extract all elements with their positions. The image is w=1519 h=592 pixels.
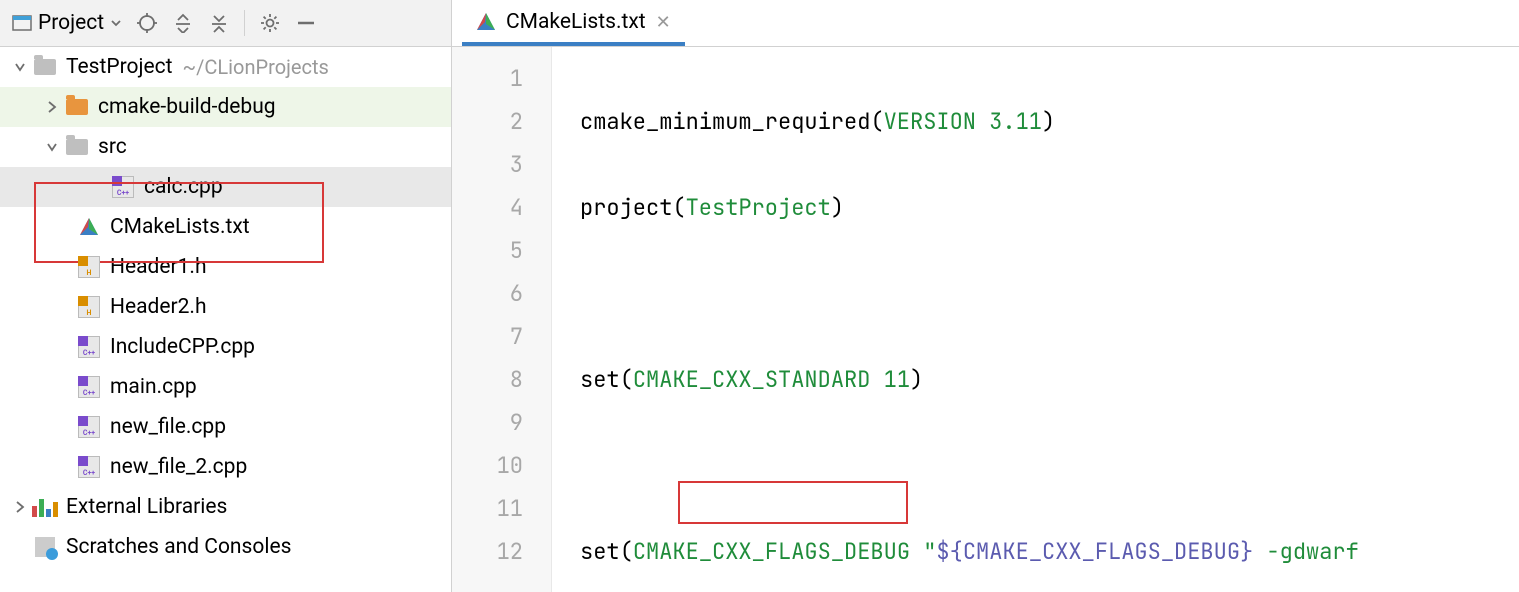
- chevron-right-icon: [12, 499, 28, 515]
- highlight-annotation: [678, 481, 908, 524]
- gutter-line: 10: [452, 444, 551, 487]
- gutter-line: 3: [452, 143, 551, 186]
- tree-file[interactable]: CMakeLists.txt: [0, 207, 451, 247]
- tree-item-label: main.cpp: [110, 375, 197, 399]
- gutter-line: 2: [452, 100, 551, 143]
- tree-file-calc[interactable]: calc.cpp: [0, 167, 451, 207]
- cpp-file-icon: [78, 336, 100, 358]
- toolbar-separator: [244, 10, 245, 36]
- cpp-file-icon: [110, 174, 136, 200]
- tree-item-label: Header1.h: [110, 255, 207, 279]
- gutter-line: 4: [452, 186, 551, 229]
- header-file-icon: [78, 256, 100, 278]
- tree-file[interactable]: new_file.cpp: [0, 407, 451, 447]
- cmake-icon: [476, 12, 496, 32]
- cmake-icon: [79, 217, 99, 237]
- tree-item-label: CMakeLists.txt: [110, 215, 250, 239]
- tree-file[interactable]: main.cpp: [0, 367, 451, 407]
- tree-item-label: Header2.h: [110, 295, 207, 319]
- gear-icon[interactable]: [255, 8, 285, 38]
- tree-root[interactable]: TestProject ~/CLionProjects: [0, 47, 451, 87]
- tree-external-libraries[interactable]: External Libraries: [0, 487, 451, 527]
- project-sidebar: Project TestProject ~/CLionProjects cmak…: [0, 0, 452, 592]
- tree-item-label: new_file_2.cpp: [110, 455, 247, 479]
- tree-item-label: IncludeCPP.cpp: [110, 335, 255, 359]
- tree-file[interactable]: new_file_2.cpp: [0, 447, 451, 487]
- chevron-down-icon: [110, 17, 122, 29]
- tree-item-label: new_file.cpp: [110, 415, 226, 439]
- tab-cmakelists[interactable]: CMakeLists.txt ✕: [462, 2, 685, 46]
- tree-file[interactable]: Header2.h: [0, 287, 451, 327]
- tree-scratches[interactable]: Scratches and Consoles: [0, 527, 451, 567]
- collapse-all-icon[interactable]: [204, 8, 234, 38]
- project-dropdown-label: Project: [38, 11, 104, 35]
- chevron-down-icon: [44, 139, 60, 155]
- project-icon: [12, 13, 32, 33]
- cpp-file-icon: [78, 376, 100, 398]
- gutter-line: 6: [452, 272, 551, 315]
- tree-item-label: cmake-build-debug: [98, 95, 276, 119]
- cpp-file-icon: [78, 456, 100, 478]
- folder-icon: [64, 94, 90, 120]
- code-area[interactable]: cmake_minimum_required(VERSION 3.11) pro…: [552, 47, 1519, 592]
- folder-icon: [32, 54, 58, 80]
- tree-build-dir[interactable]: cmake-build-debug: [0, 87, 451, 127]
- close-icon[interactable]: ✕: [656, 12, 671, 33]
- folder-icon: [64, 134, 90, 160]
- tree-root-label: TestProject: [66, 55, 173, 79]
- tree-item-label: src: [98, 135, 127, 159]
- project-view-dropdown[interactable]: Project: [8, 9, 126, 37]
- header-file-icon: [78, 296, 100, 318]
- chevron-down-icon: [12, 59, 28, 75]
- tree-item-label: calc.cpp: [144, 175, 223, 199]
- scratches-icon: [32, 534, 58, 560]
- project-toolbar: Project: [0, 0, 451, 47]
- gutter: 123456789101112: [452, 47, 552, 592]
- tree-file[interactable]: IncludeCPP.cpp: [0, 327, 451, 367]
- gutter-line: 8: [452, 358, 551, 401]
- tree-root-hint: ~/CLionProjects: [183, 55, 329, 79]
- locate-icon[interactable]: [132, 8, 162, 38]
- cpp-file-icon: [78, 416, 100, 438]
- chevron-right-icon: [44, 99, 60, 115]
- tree-file[interactable]: Header1.h: [0, 247, 451, 287]
- gutter-line: 1: [452, 57, 551, 100]
- gutter-line: 11: [452, 487, 551, 530]
- tree-src-dir[interactable]: src: [0, 127, 451, 167]
- editor-tabs: CMakeLists.txt ✕: [452, 0, 1519, 47]
- project-tree[interactable]: TestProject ~/CLionProjects cmake-build-…: [0, 47, 451, 592]
- tree-item-label: External Libraries: [66, 495, 227, 519]
- tab-label: CMakeLists.txt: [506, 10, 646, 34]
- expand-all-icon[interactable]: [168, 8, 198, 38]
- hide-icon[interactable]: [291, 8, 321, 38]
- gutter-line: 7: [452, 315, 551, 358]
- gutter-line: 12: [452, 530, 551, 573]
- editor-pane: CMakeLists.txt ✕ 123456789101112 cmake_m…: [452, 0, 1519, 592]
- gutter-line: 5: [452, 229, 551, 272]
- tree-item-label: Scratches and Consoles: [66, 535, 291, 559]
- library-icon: [32, 494, 58, 520]
- editor-body: 123456789101112 cmake_minimum_required(V…: [452, 47, 1519, 592]
- gutter-line: 9: [452, 401, 551, 444]
